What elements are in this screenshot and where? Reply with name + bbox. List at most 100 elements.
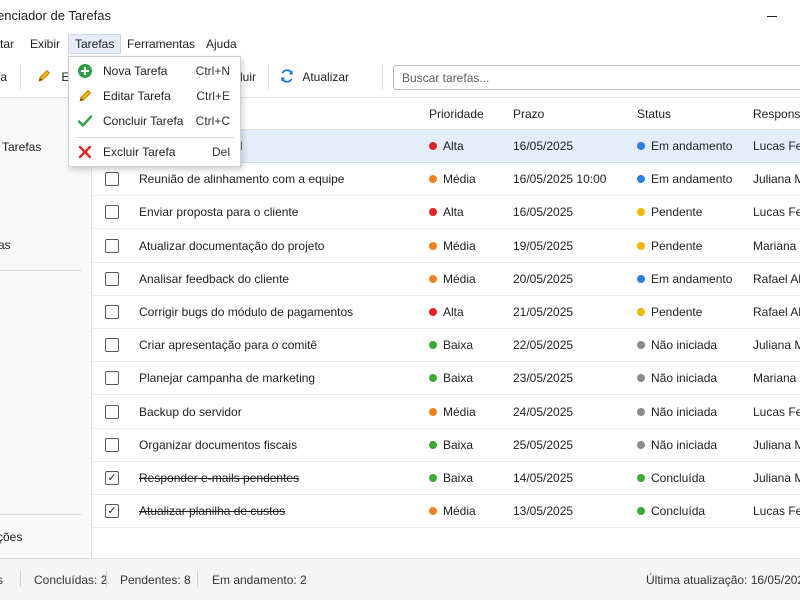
priority-cell: Média	[429, 405, 476, 419]
priority-label: Média	[443, 238, 476, 253]
owner-name: Lucas Ferre	[753, 404, 800, 419]
delete-task-button[interactable]: luir	[240, 66, 256, 88]
table-row[interactable]: Criar apresentação para o comitê Baixa 22/…	[92, 329, 800, 363]
due-date: 20/05/2025	[513, 271, 574, 286]
owner-name: Lucas Ferre	[753, 139, 800, 153]
menu-tarefas[interactable]: Tarefas	[68, 34, 122, 54]
column-header-priority[interactable]: Prioridade	[429, 107, 484, 121]
due-date: 22/05/2025	[513, 338, 574, 353]
priority-label: Média	[443, 271, 476, 286]
priority-cell: Baixa	[429, 471, 473, 485]
task-title: Corrigir bugs do módulo de pagamentos	[139, 305, 354, 319]
checkmark-icon	[77, 115, 93, 127]
menu-ferramentas[interactable]: Ferramentas	[121, 34, 201, 54]
menu-editar[interactable]: tar	[0, 34, 20, 54]
task-title: Enviar proposta para o cliente	[139, 205, 299, 220]
task-checkbox[interactable]	[105, 371, 119, 386]
priority-dot-icon	[429, 142, 437, 150]
table-row[interactable]: Organizar documentos fiscais Baixa 25/05/2…	[92, 429, 800, 462]
priority-dot-icon	[429, 241, 437, 250]
menu-ajuda[interactable]: Ajuda	[200, 34, 243, 54]
status-cell: Pendente	[637, 239, 702, 253]
table-row[interactable]: Corrigir bugs do módulo de pagamentos Alt…	[92, 296, 800, 329]
menu-exibir[interactable]: Exibir	[24, 34, 66, 54]
toolbar-divider	[20, 64, 21, 90]
priority-dot-icon	[429, 407, 437, 416]
priority-dot-icon	[429, 175, 437, 184]
title-bar: enciador de Tarefas	[0, 0, 800, 30]
task-title: Organizar documentos fiscais	[139, 437, 298, 452]
task-title: Analisar feedback do cliente	[139, 271, 290, 286]
status-label: Concluída	[651, 504, 706, 519]
table-row[interactable]: Planejar campanha de marketing Baixa 23/05…	[92, 362, 800, 396]
menu-item-edit-task[interactable]: Editar Tarefa Ctrl+E	[69, 84, 240, 108]
refresh-button[interactable]: Atualizar	[279, 66, 349, 88]
task-checkbox[interactable]: ✓	[105, 471, 119, 485]
menu-divider	[75, 137, 235, 138]
menu-item-complete-task[interactable]: Concluir Tarefa Ctrl+C	[69, 109, 240, 133]
task-title: Reunião de alinhamento com a equipe	[139, 172, 345, 187]
table-row[interactable]: Atualizar documentação do projeto Média 19…	[92, 230, 800, 263]
status-label: Em andamento	[651, 139, 733, 153]
column-header-status[interactable]: Status	[637, 107, 671, 121]
task-checkbox[interactable]	[105, 205, 119, 220]
status-label: Em andamento	[651, 172, 733, 187]
task-title: Responder e-mails pendentes	[139, 471, 300, 485]
priority-dot-icon	[429, 440, 437, 449]
task-checkbox[interactable]	[105, 172, 119, 187]
table-row[interactable]: Analisar feedback do cliente Média 20/05/2…	[92, 263, 800, 296]
table-row[interactable]: Reunião de alinhamento com a equipe Média…	[92, 163, 800, 197]
status-label: Pendente	[651, 305, 703, 319]
minimize-button[interactable]	[760, 6, 784, 24]
table-row[interactable]: Enviar proposta para o cliente Alta 16/05/…	[92, 196, 800, 230]
table-row[interactable]: ✓ Atualizar planilha de custos Média 13/05/…	[92, 495, 800, 529]
priority-dot-icon	[429, 274, 437, 283]
priority-cell: Alta	[429, 139, 464, 153]
task-checkbox[interactable]: ✓	[105, 504, 119, 519]
column-header-owner[interactable]: Responsáv	[753, 107, 800, 121]
status-cell: Em andamento	[637, 139, 732, 153]
task-checkbox[interactable]	[105, 305, 119, 319]
status-divider	[106, 571, 107, 587]
new-task-button[interactable]: fa	[0, 66, 7, 88]
status-divider	[197, 571, 198, 587]
owner-name: Lucas Ferre	[753, 504, 800, 519]
due-date: 14/05/2025	[513, 471, 574, 485]
status-cell: Não iniciada	[637, 371, 717, 385]
owner-name: Rafael Alm	[753, 305, 800, 319]
task-checkbox[interactable]	[105, 271, 119, 286]
priority-label: Baixa	[443, 471, 474, 485]
task-title: Criar apresentação para o comitê	[139, 338, 318, 353]
due-date: 19/05/2025	[513, 238, 574, 253]
menu-item-new-task[interactable]: Nova Tarefa Ctrl+N	[69, 59, 240, 83]
task-checkbox[interactable]	[105, 338, 119, 353]
table-row[interactable]: ✓ Responder e-mails pendentes Baixa 14/05/2…	[92, 462, 800, 495]
menu-item-delete-task[interactable]: Excluir Tarefa Del	[69, 140, 240, 164]
status-dot-icon	[637, 440, 645, 449]
x-icon	[78, 145, 92, 159]
status-label: Não iniciada	[651, 338, 718, 353]
status-dot-icon	[637, 241, 645, 250]
task-checkbox[interactable]	[105, 404, 119, 419]
menu-item-shortcut: Ctrl+C	[195, 114, 230, 128]
owner-name: Juliana Me	[753, 338, 800, 353]
sidebar-item-concluidas[interactable]: as	[0, 238, 11, 252]
search-input[interactable]	[393, 65, 800, 90]
sidebar-item-configuracoes[interactable]: ções	[0, 530, 22, 544]
task-title: Backup do servidor	[139, 404, 242, 419]
status-label: Concluída	[651, 471, 706, 485]
toolbar-divider	[382, 64, 383, 90]
status-cell: Concluída	[637, 471, 705, 485]
sidebar-divider	[0, 514, 82, 515]
due-date: 23/05/2025	[513, 371, 574, 386]
due-date: 16/05/2025	[513, 139, 574, 153]
task-checkbox[interactable]	[105, 238, 119, 253]
status-cell: Concluída	[637, 504, 705, 518]
task-checkbox[interactable]	[105, 437, 119, 452]
sidebar-item-tarefas[interactable]: Tarefas	[2, 140, 41, 154]
status-cell: Não iniciada	[637, 405, 717, 419]
column-header-due[interactable]: Prazo	[513, 107, 544, 121]
table-row[interactable]: Backup do servidor Média 24/05/2025 Não ini…	[92, 396, 800, 429]
priority-label: Alta	[443, 305, 464, 319]
priority-cell: Média	[429, 272, 476, 286]
